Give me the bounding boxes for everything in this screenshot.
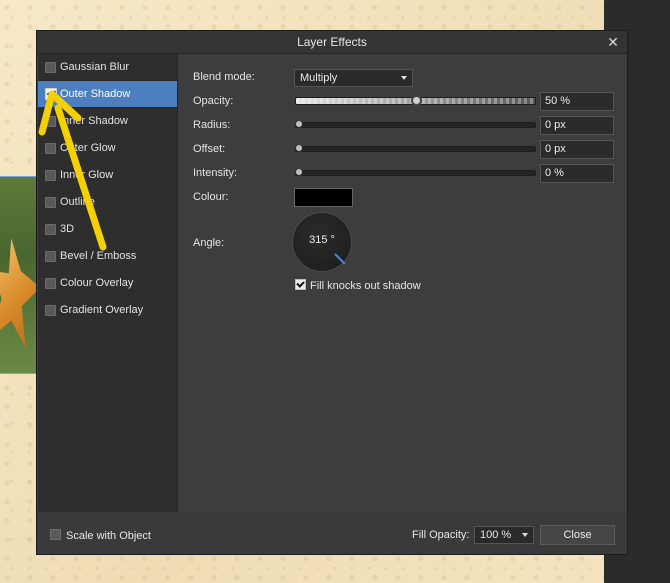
radius-slider-track[interactable] [295,122,536,128]
effect-label: Bevel / Emboss [60,250,137,262]
effect-checkbox[interactable] [45,224,56,235]
angle-value: 315 ° [309,234,335,246]
effect-bevel-emboss[interactable]: Bevel / Emboss [38,243,177,270]
blend-mode-value: Multiply [300,72,338,84]
offset-slider-handle[interactable] [295,144,303,152]
offset-slider-track[interactable] [295,146,536,152]
intensity-slider-handle[interactable] [295,168,303,176]
effect-inner-shadow[interactable]: Inner Shadow [38,108,177,135]
effect-checkbox[interactable] [45,278,56,289]
angle-label: Angle: [193,237,225,249]
effect-outer-shadow[interactable]: Outer Shadow [38,81,177,108]
chevron-down-icon [401,76,407,80]
fill-opacity-label: Fill Opacity: [412,529,470,541]
fill-knocks-out-checkbox[interactable]: Fill knocks out shadow [295,279,421,292]
angle-dial[interactable]: 315 ° [292,212,352,272]
effect-checkbox[interactable] [45,305,56,316]
effect-settings-panel: Blend mode: Multiply Opacity: 50 % Radiu… [178,54,628,512]
effect-checkbox[interactable] [45,251,56,262]
scale-with-object-label: Scale with Object [66,530,151,542]
effect-3d[interactable]: 3D [38,216,177,243]
offset-label: Offset: [193,143,226,155]
effect-gradient-overlay[interactable]: Gradient Overlay [38,297,177,324]
close-button[interactable]: Close [540,525,615,545]
scale-with-object-checkbox[interactable]: Scale with Object [50,529,151,542]
effect-checkbox[interactable] [45,88,57,100]
opacity-slider-handle[interactable] [411,95,422,106]
effect-checkbox[interactable] [45,197,56,208]
effect-checkbox[interactable] [45,143,56,154]
effect-checkbox[interactable] [45,116,56,127]
fill-opacity-select[interactable]: 100 % [474,526,534,544]
radius-label: Radius: [193,119,231,131]
blend-mode-select[interactable]: Multiply [294,69,413,87]
effect-checkbox[interactable] [45,170,56,181]
angle-needle [334,253,346,265]
effect-label: Outer Glow [60,142,116,154]
opacity-label: Opacity: [193,95,234,107]
effect-label: Colour Overlay [60,277,134,289]
checkbox-checked[interactable] [295,279,306,290]
effect-checkbox[interactable] [45,62,56,73]
effect-label: Gaussian Blur [60,61,130,73]
offset-field[interactable]: 0 px [540,140,614,159]
effect-label: Inner Shadow [60,115,128,127]
effects-list: Gaussian Blur Outer Shadow Inner Shadow … [38,54,178,512]
effect-outer-glow[interactable]: Outer Glow [38,135,177,162]
colour-swatch[interactable] [294,188,353,207]
close-icon[interactable]: ✕ [605,31,621,53]
intensity-slider-track[interactable] [295,170,536,176]
intensity-label: Intensity: [193,167,238,179]
effect-gaussian-blur[interactable]: Gaussian Blur [38,54,177,81]
blend-mode-label: Blend mode: [193,71,255,83]
dialog-title: Layer Effects [297,35,367,49]
layer-effects-dialog: Layer Effects ✕ Gaussian Blur Outer Shad… [36,30,628,555]
fill-knocks-out-label: Fill knocks out shadow [310,280,421,292]
radius-slider-handle[interactable] [295,120,303,128]
opacity-field[interactable]: 50 % [540,92,614,111]
chevron-down-icon [522,533,528,537]
colour-label: Colour: [193,191,229,203]
effect-label: Inner Glow [60,169,114,181]
dialog-footer: Scale with Object Fill Opacity: 100 % Cl… [37,512,627,554]
dialog-titlebar: Layer Effects ✕ [37,31,627,54]
effect-outline[interactable]: Outline [38,189,177,216]
intensity-field[interactable]: 0 % [540,164,614,183]
effect-label: 3D [60,223,75,235]
effect-label: Outline [60,196,95,208]
fill-opacity-value: 100 % [480,529,512,541]
effect-label: Gradient Overlay [60,304,144,316]
effect-colour-overlay[interactable]: Colour Overlay [38,270,177,297]
effect-label: Outer Shadow [60,88,131,100]
effect-inner-glow[interactable]: Inner Glow [38,162,177,189]
radius-field[interactable]: 0 px [540,116,614,135]
checkbox-unchecked[interactable] [50,529,61,540]
